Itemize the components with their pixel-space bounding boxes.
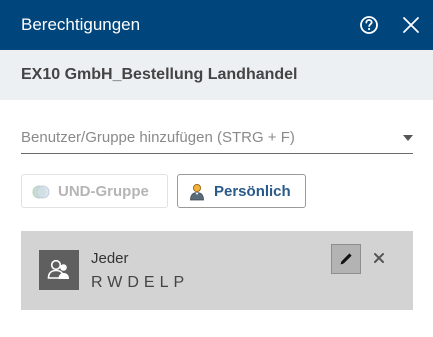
document-header: EX10 GmbH_Bestellung Landhandel xyxy=(0,50,433,100)
close-icon[interactable] xyxy=(401,15,421,35)
personal-label: Persönlich xyxy=(214,183,291,200)
permission-entry: Jeder RWDELP xyxy=(21,231,413,310)
und-group-label: UND-Gruppe xyxy=(58,183,149,200)
person-icon xyxy=(188,183,206,201)
dialog-title: Berechtigungen xyxy=(21,15,141,34)
add-user-group-combobox[interactable]: Benutzer/Gruppe hinzufügen (STRG + F) xyxy=(21,124,413,154)
entry-permissions: RWDELP xyxy=(91,274,190,291)
edit-permissions-button[interactable] xyxy=(331,244,361,274)
dropdown-arrow-icon[interactable] xyxy=(403,135,413,141)
document-title: EX10 GmbH_Bestellung Landhandel xyxy=(21,66,298,83)
group-circles-icon xyxy=(32,183,50,201)
users-group-icon xyxy=(39,250,79,290)
add-user-group-placeholder: Benutzer/Gruppe hinzufügen (STRG + F) xyxy=(21,129,295,146)
entry-name: Jeder xyxy=(91,250,129,267)
personal-button[interactable]: Persönlich xyxy=(177,174,306,208)
help-icon[interactable] xyxy=(359,15,379,35)
pencil-icon xyxy=(340,253,352,265)
dialog-titlebar: Berechtigungen xyxy=(0,0,433,50)
remove-entry-icon[interactable] xyxy=(372,251,386,265)
und-group-button[interactable]: UND-Gruppe xyxy=(21,174,168,208)
